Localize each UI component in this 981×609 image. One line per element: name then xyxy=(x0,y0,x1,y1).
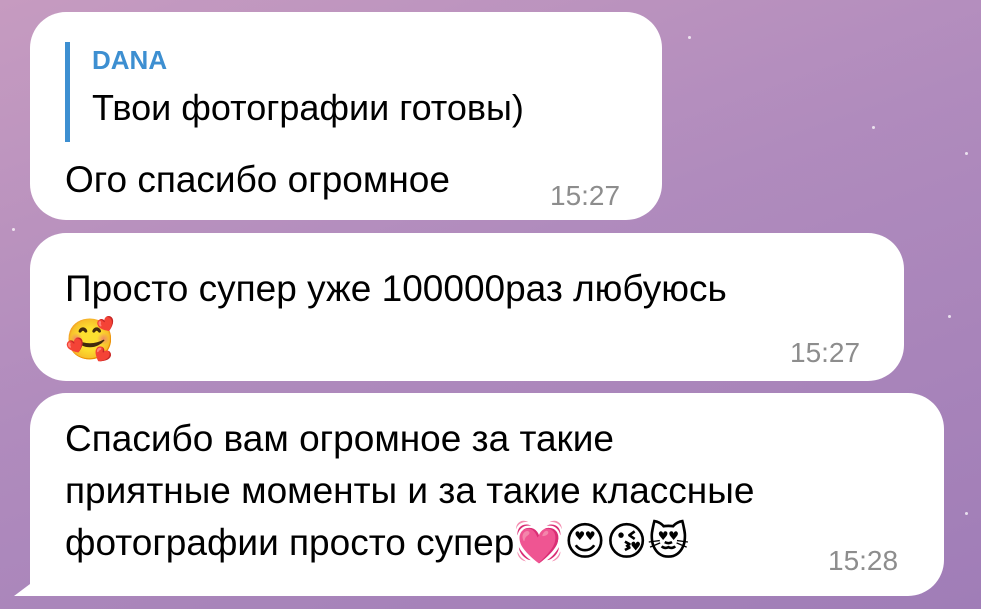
message-text: Ого спасибо огромное xyxy=(65,159,450,200)
heart-and-faces-emoji-icon: 💓😍😘😻 xyxy=(514,519,690,565)
message-time: 15:27 xyxy=(550,180,621,211)
message-bubble[interactable]: Спасибо вам огромное за такие приятные м… xyxy=(30,393,944,596)
reply-text: Твои фотографии готовы) xyxy=(92,87,524,128)
message-time: 15:28 xyxy=(828,545,899,576)
reply-author: DANA xyxy=(92,45,168,75)
message-bubble[interactable]: DANA Твои фотографии готовы) Ого спасибо… xyxy=(30,12,662,220)
message-time: 15:27 xyxy=(790,337,861,368)
smiling-face-with-hearts-emoji-icon: 🥰 xyxy=(65,317,115,363)
message-text: Спасибо вам огромное за такие приятные м… xyxy=(65,413,925,569)
message-text: Просто супер уже 100000раз любуюсь 🥰 xyxy=(65,263,885,367)
message-text-content: Просто супер уже 100000раз любуюсь xyxy=(65,268,727,309)
bubble-tail xyxy=(14,578,38,596)
reply-quote[interactable]: DANA Твои фотографии готовы) xyxy=(65,42,524,142)
message-bubble[interactable]: Просто супер уже 100000раз любуюсь 🥰 15:… xyxy=(30,233,904,381)
